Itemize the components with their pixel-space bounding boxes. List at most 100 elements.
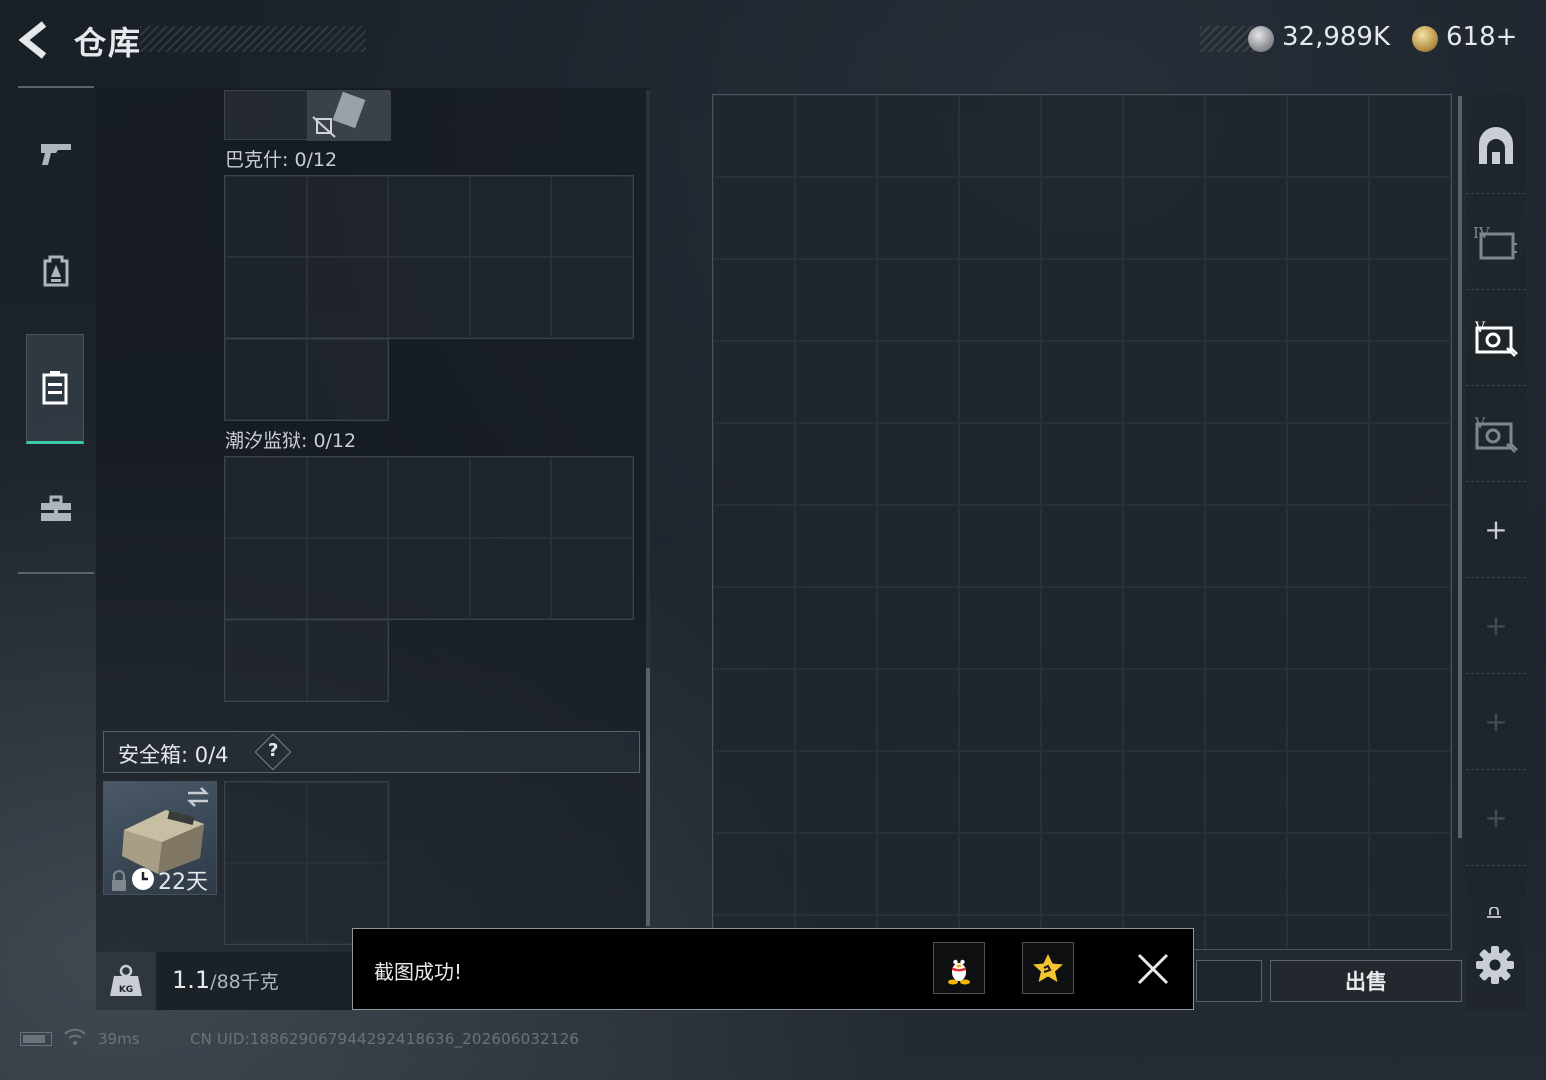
stash-page-add-2[interactable]: + xyxy=(1466,578,1526,674)
grid-cell[interactable] xyxy=(877,341,959,423)
grid-cell[interactable] xyxy=(1041,587,1123,669)
grid-cell[interactable] xyxy=(1287,341,1369,423)
grid-cell[interactable] xyxy=(1287,505,1369,587)
grid-cell[interactable] xyxy=(1287,751,1369,833)
grid-cell[interactable] xyxy=(225,176,307,257)
grid-cell[interactable] xyxy=(877,259,959,341)
grid-cell[interactable] xyxy=(959,341,1041,423)
grid-cell[interactable] xyxy=(225,782,307,863)
grid-cell[interactable] xyxy=(713,341,795,423)
grid-cell[interactable] xyxy=(877,505,959,587)
grid-cell[interactable] xyxy=(1287,423,1369,505)
grid-cell[interactable] xyxy=(1287,915,1369,949)
grid-cell[interactable] xyxy=(1123,95,1205,177)
toast-close-button[interactable] xyxy=(1132,948,1174,990)
grid-cell[interactable] xyxy=(1041,341,1123,423)
category-tools[interactable] xyxy=(18,454,94,564)
grid-cell[interactable] xyxy=(1041,95,1123,177)
stash-page-add-3[interactable]: + xyxy=(1466,674,1526,770)
grid-cell[interactable] xyxy=(1123,587,1205,669)
action-button-hidden[interactable] xyxy=(1196,960,1262,1002)
grid-cell[interactable] xyxy=(306,339,388,420)
grid-cell[interactable] xyxy=(1205,341,1287,423)
grid-cell[interactable] xyxy=(959,177,1041,259)
grid-cell[interactable] xyxy=(1369,341,1451,423)
grid-cell[interactable] xyxy=(306,620,388,701)
stash-page-tab-4[interactable]: V xyxy=(1466,386,1526,482)
grid-cell[interactable] xyxy=(1369,177,1451,259)
grid-cell[interactable] xyxy=(1369,587,1451,669)
container-scrollbar-thumb[interactable] xyxy=(646,668,650,926)
grid-cell[interactable] xyxy=(795,587,877,669)
grid-cell[interactable] xyxy=(713,259,795,341)
grid-cell[interactable] xyxy=(795,423,877,505)
grid-cell[interactable] xyxy=(225,538,307,619)
stash-page-tab-3[interactable]: V xyxy=(1466,290,1526,386)
grid-cell[interactable] xyxy=(795,833,877,915)
grid-cell[interactable] xyxy=(1369,669,1451,751)
grid-cell[interactable] xyxy=(959,259,1041,341)
grid-cell[interactable] xyxy=(1287,259,1369,341)
grid-cell[interactable] xyxy=(795,95,877,177)
grid-cell[interactable] xyxy=(1369,833,1451,915)
grid-cell[interactable] xyxy=(388,176,470,257)
grid-cell[interactable] xyxy=(1369,423,1451,505)
grid-cell[interactable] xyxy=(959,587,1041,669)
grid-cell[interactable] xyxy=(877,177,959,259)
stash-scrollbar[interactable] xyxy=(1458,96,1462,838)
grid-cell[interactable] xyxy=(306,257,389,338)
grid-cell[interactable] xyxy=(551,257,633,338)
grid-cell[interactable] xyxy=(1041,423,1123,505)
grid-cell[interactable] xyxy=(1123,505,1205,587)
grid-cell[interactable] xyxy=(795,341,877,423)
grid-cell[interactable] xyxy=(959,669,1041,751)
grid-cell[interactable] xyxy=(1123,833,1205,915)
grid-cell[interactable] xyxy=(1041,505,1123,587)
grid-cell[interactable] xyxy=(713,177,795,259)
grid-cell[interactable] xyxy=(469,257,552,338)
grid-cell[interactable] xyxy=(1205,833,1287,915)
grid-cell[interactable] xyxy=(1205,259,1287,341)
grid-cell[interactable] xyxy=(713,423,795,505)
grid-cell[interactable] xyxy=(877,669,959,751)
category-weapons[interactable] xyxy=(18,98,94,208)
grid-cell[interactable] xyxy=(388,257,470,338)
grid-cell[interactable] xyxy=(1041,177,1123,259)
stash-page-add-1[interactable]: + xyxy=(1466,482,1526,578)
share-favorite-button[interactable] xyxy=(1022,942,1074,994)
container-item-slot[interactable] xyxy=(224,90,391,141)
grid-cell[interactable] xyxy=(306,457,389,538)
grid-cell[interactable] xyxy=(306,176,389,257)
grid-cell[interactable] xyxy=(551,457,633,538)
grid-cell[interactable] xyxy=(1123,669,1205,751)
grid-cell[interactable] xyxy=(877,587,959,669)
grid-cell[interactable] xyxy=(959,423,1041,505)
grid-cell[interactable] xyxy=(469,538,552,619)
grid-cell[interactable] xyxy=(877,833,959,915)
grid-cell[interactable] xyxy=(225,339,307,420)
grid-cell[interactable] xyxy=(388,538,470,619)
settings-button[interactable] xyxy=(1474,944,1516,986)
grid-cell[interactable] xyxy=(1205,177,1287,259)
grid-cell[interactable] xyxy=(1123,177,1205,259)
category-backpack[interactable] xyxy=(18,216,94,326)
grid-cell[interactable] xyxy=(225,457,307,538)
grid-cell[interactable] xyxy=(713,669,795,751)
grid-cell[interactable] xyxy=(795,751,877,833)
category-storage[interactable] xyxy=(26,334,84,444)
gold-currency-amount[interactable]: 618+ xyxy=(1446,22,1517,52)
grid-cell[interactable] xyxy=(713,833,795,915)
grid-cell[interactable] xyxy=(1369,505,1451,587)
stash-page-add-4[interactable]: + xyxy=(1466,770,1526,866)
grid-cell[interactable] xyxy=(1123,259,1205,341)
grid-cell[interactable] xyxy=(1205,587,1287,669)
grid-cell[interactable] xyxy=(1369,259,1451,341)
grid-cell[interactable] xyxy=(1205,669,1287,751)
grid-cell[interactable] xyxy=(1205,751,1287,833)
grid-cell[interactable] xyxy=(877,423,959,505)
share-qq-button[interactable] xyxy=(933,942,985,994)
grid-cell[interactable] xyxy=(1287,95,1369,177)
grid-cell[interactable] xyxy=(1205,915,1287,949)
grid-cell[interactable] xyxy=(1287,587,1369,669)
grid-cell[interactable] xyxy=(306,538,389,619)
